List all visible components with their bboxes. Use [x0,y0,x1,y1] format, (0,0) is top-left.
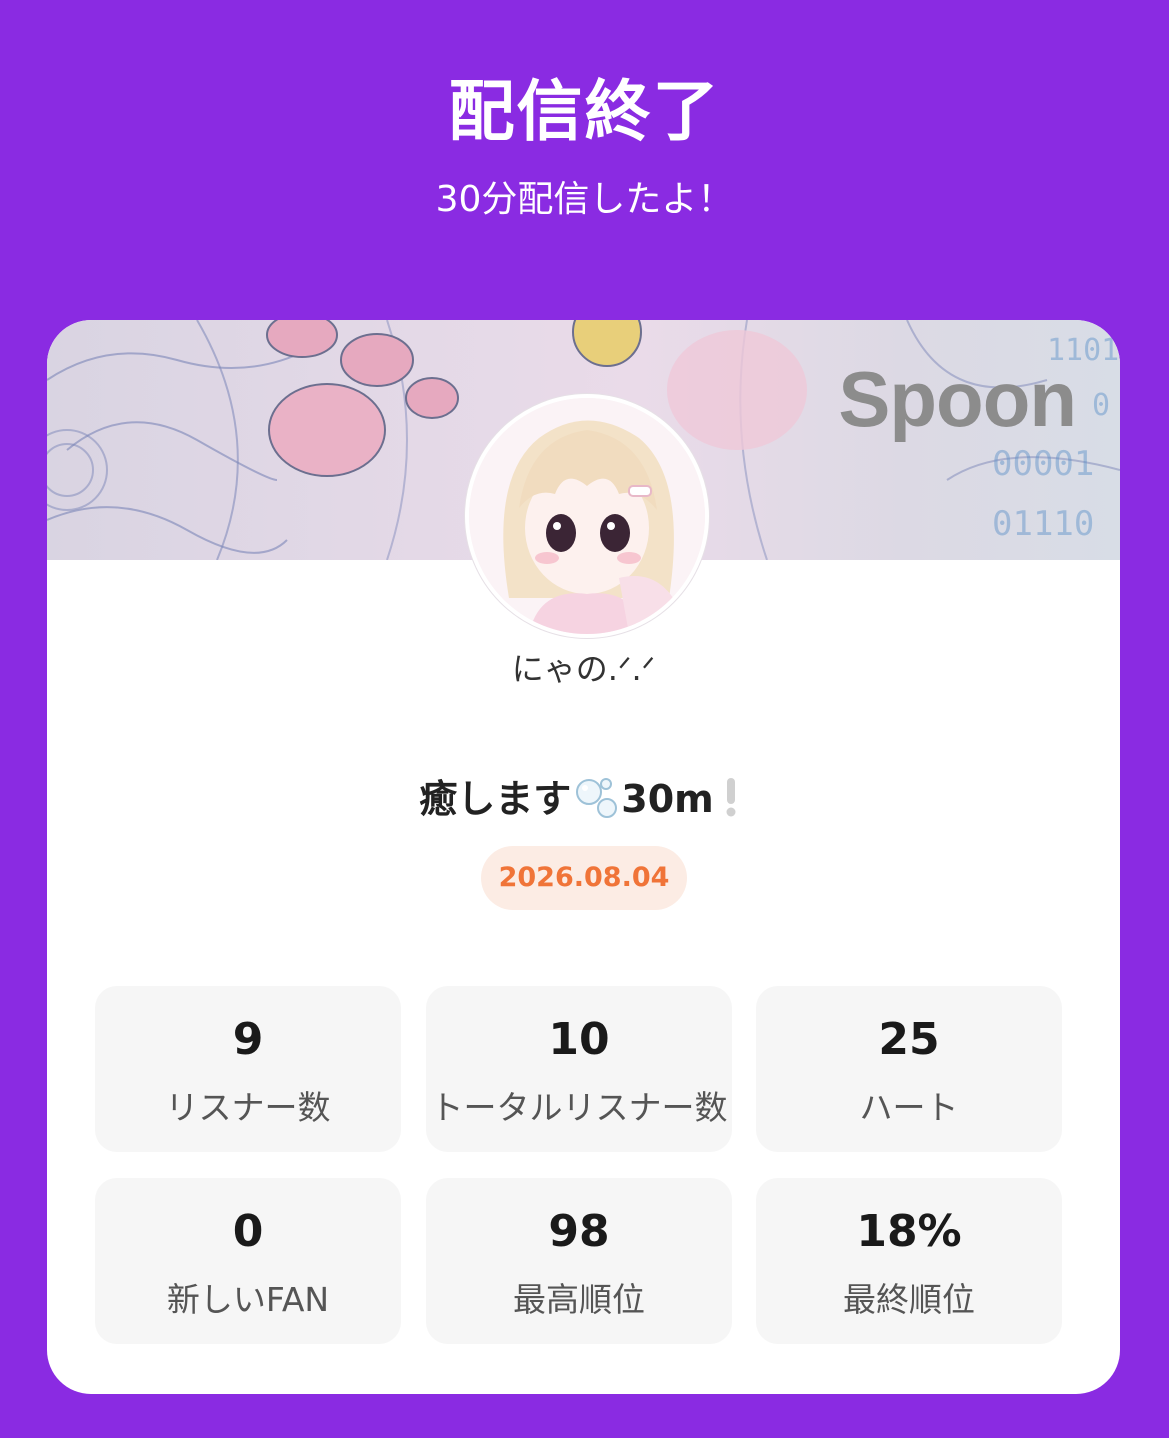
stat-value: 18% [856,1206,962,1257]
stream-title-duration: 30m [621,777,714,821]
spoon-watermark-logo: Spoon [838,355,1077,443]
stat-value: 10 [548,1014,610,1065]
stat-value: 98 [548,1206,610,1257]
avatar[interactable] [465,394,709,638]
stat-label: 新しいFAN [166,1280,330,1319]
banner-binary-line-4: 01110 [992,504,1094,544]
stat-value: 9 [232,1014,264,1065]
stat-total-listeners: 10 トータルリスナー数 [426,986,732,1152]
stat-final-rank: 18% 最終順位 [756,1178,1062,1344]
stat-label: ハート [859,1088,959,1127]
stat-label: トータルリスナー数 [430,1088,728,1127]
stat-hearts: 25 ハート [756,986,1062,1152]
stat-label: 最終順位 [843,1280,975,1319]
page-header-title: 配信終了 [448,73,721,150]
exclamation-icon [716,774,746,829]
stream-title-text: 癒します [419,777,572,821]
stat-new-fans: 0 新しいFAN [95,1178,401,1344]
avatar-illustration-icon [469,398,705,634]
stat-label: リスナー数 [165,1088,331,1127]
broadcast-summary-card: 1101 0 00001 01110 Spoon にゃの.ᐟ.ᐟ 癒します 30… [47,320,1120,1394]
stream-title: 癒します 30m [47,768,1120,829]
banner-binary-line-2: 0 [1092,388,1110,423]
broadcaster-name: にゃの.ᐟ.ᐟ [511,650,656,688]
stat-value: 0 [232,1206,264,1257]
page-header-subtitle: 30分配信したよ！ [435,179,734,220]
stat-label: 最高順位 [513,1280,645,1319]
stat-value: 25 [878,1014,940,1065]
stat-listeners: 9 リスナー数 [95,986,401,1152]
banner-binary-line-3: 00001 [992,444,1094,484]
broadcast-date-badge: 2026.08.04 [481,846,687,910]
stat-best-rank: 98 最高順位 [426,1178,732,1344]
bubbles-icon [573,774,619,829]
